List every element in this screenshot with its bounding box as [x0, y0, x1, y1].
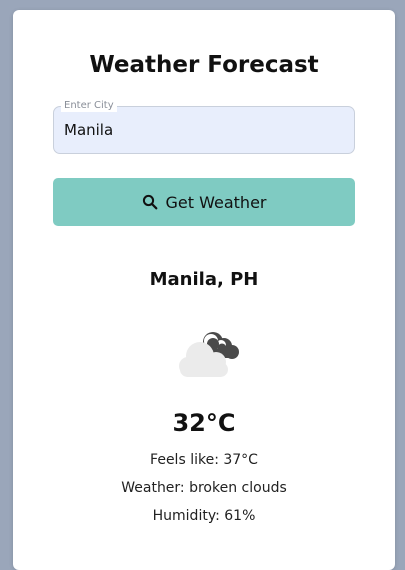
city-field: Enter City — [53, 100, 355, 154]
page-title: Weather Forecast — [89, 52, 319, 78]
weather-card: Weather Forecast Enter City Get Weather … — [13, 10, 395, 570]
city-input[interactable] — [64, 107, 344, 153]
humidity-text: Humidity: 61% — [152, 508, 256, 524]
location-label: Manila, PH — [149, 269, 259, 290]
feels-like-text: Feels like: 37°C — [150, 452, 258, 468]
get-weather-button-label: Get Weather — [165, 192, 267, 212]
temperature-value: 32°C — [172, 409, 236, 437]
weather-description-text: Weather: broken clouds — [121, 480, 287, 496]
broken-clouds-icon — [179, 332, 239, 377]
search-icon — [142, 194, 157, 210]
get-weather-button[interactable]: Get Weather — [53, 178, 355, 226]
